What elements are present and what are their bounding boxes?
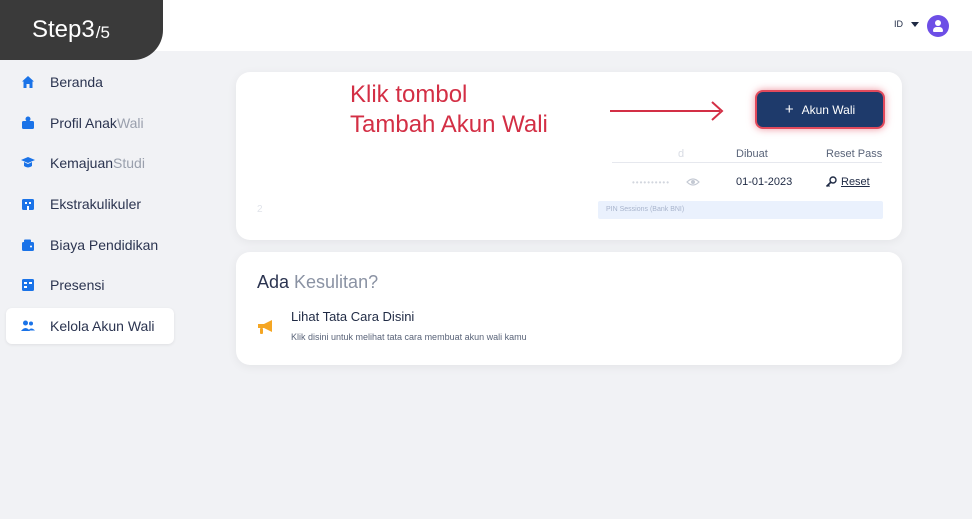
table-header-reset: Reset Pass <box>826 148 883 160</box>
help-title-faded: Kesulitan? <box>294 272 379 292</box>
reset-password-link[interactable]: Reset <box>825 176 870 188</box>
sidebar-item-label: Beranda <box>50 74 103 90</box>
users-icon <box>21 320 35 332</box>
sidebar-item-profil[interactable]: Profil Anak Wali <box>6 105 174 141</box>
step-label: Step <box>32 16 82 43</box>
table-row: PIN Sessions (Bank BNI) <box>598 201 883 219</box>
help-link-description: Klik disini untuk melihat tata cara memb… <box>291 332 527 342</box>
help-link-title[interactable]: Lihat Tata Cara Disini <box>291 309 414 324</box>
language-label: ID <box>894 19 903 29</box>
sidebar-item-label: Presensi <box>50 277 105 294</box>
help-title-main: Ada <box>257 272 295 292</box>
building-icon <box>22 199 34 211</box>
sidebar-item-beranda[interactable]: Beranda <box>6 64 174 100</box>
table-header-faint: d <box>678 148 685 160</box>
reset-link-label: Reset <box>841 176 870 188</box>
table-header-created: Dibuat <box>736 148 768 160</box>
annotation-line-1: Klik tombol <box>350 81 468 108</box>
sidebar-item-label: Biaya Pendidikan <box>50 236 159 253</box>
plus-icon: + <box>784 101 794 118</box>
annotation-line-2: Tambah Akun Wali <box>350 111 548 138</box>
sidebar-item-label-faded: Studi <box>113 155 145 172</box>
arrow-right-icon <box>610 101 724 121</box>
eye-icon[interactable] <box>686 177 700 187</box>
megaphone-icon <box>258 320 272 334</box>
instruction-annotation: Klik tombol Tambah Akun Wali <box>350 80 548 140</box>
created-date: 01-01-2023 <box>736 176 793 188</box>
chevron-down-icon <box>911 21 919 27</box>
sidebar: Beranda Profil Anak Wali Kemajuan Studi … <box>6 64 174 349</box>
sidebar-item-kelola-akun-wali[interactable]: Kelola Akun Wali <box>6 308 174 345</box>
step-current: 3 <box>81 16 95 43</box>
home-icon <box>22 76 34 88</box>
sidebar-item-label: Profil Anak <box>50 114 117 131</box>
wallet-icon <box>22 239 34 251</box>
row-info: PIN Sessions (Bank BNI) <box>606 206 685 213</box>
password-masked: •••••••••• <box>632 178 671 187</box>
help-title: Ada Kesulitan? <box>257 272 378 293</box>
step-total: /5 <box>95 22 110 42</box>
sidebar-item-label: Kelola Akun Wali <box>50 318 155 335</box>
add-akun-wali-button[interactable]: + Akun Wali <box>757 92 883 127</box>
sidebar-item-label: Ekstrakulikuler <box>50 196 142 213</box>
attendance-icon <box>22 279 34 292</box>
sidebar-item-biaya[interactable]: Biaya Pendidikan <box>6 227 174 263</box>
sidebar-item-kemajuan[interactable]: Kemajuan Studi <box>6 145 174 181</box>
sidebar-item-presensi[interactable]: Presensi <box>6 267 174 303</box>
key-icon <box>825 176 837 188</box>
sidebar-item-label: Kemajuan <box>50 155 114 172</box>
sidebar-item-label-faded: Wali <box>116 114 144 131</box>
sidebar-item-ekstrakulikuler[interactable]: Ekstrakulikuler <box>6 186 174 222</box>
add-button-label: Akun Wali <box>801 102 856 117</box>
graduation-icon <box>21 157 35 168</box>
language-selector[interactable]: ID <box>894 19 919 29</box>
step-badge: Step 3 /5 <box>0 0 163 60</box>
profile-icon <box>22 116 34 129</box>
table-header-divider <box>612 162 882 163</box>
row-number: 2 <box>257 204 263 215</box>
avatar[interactable] <box>927 15 949 37</box>
